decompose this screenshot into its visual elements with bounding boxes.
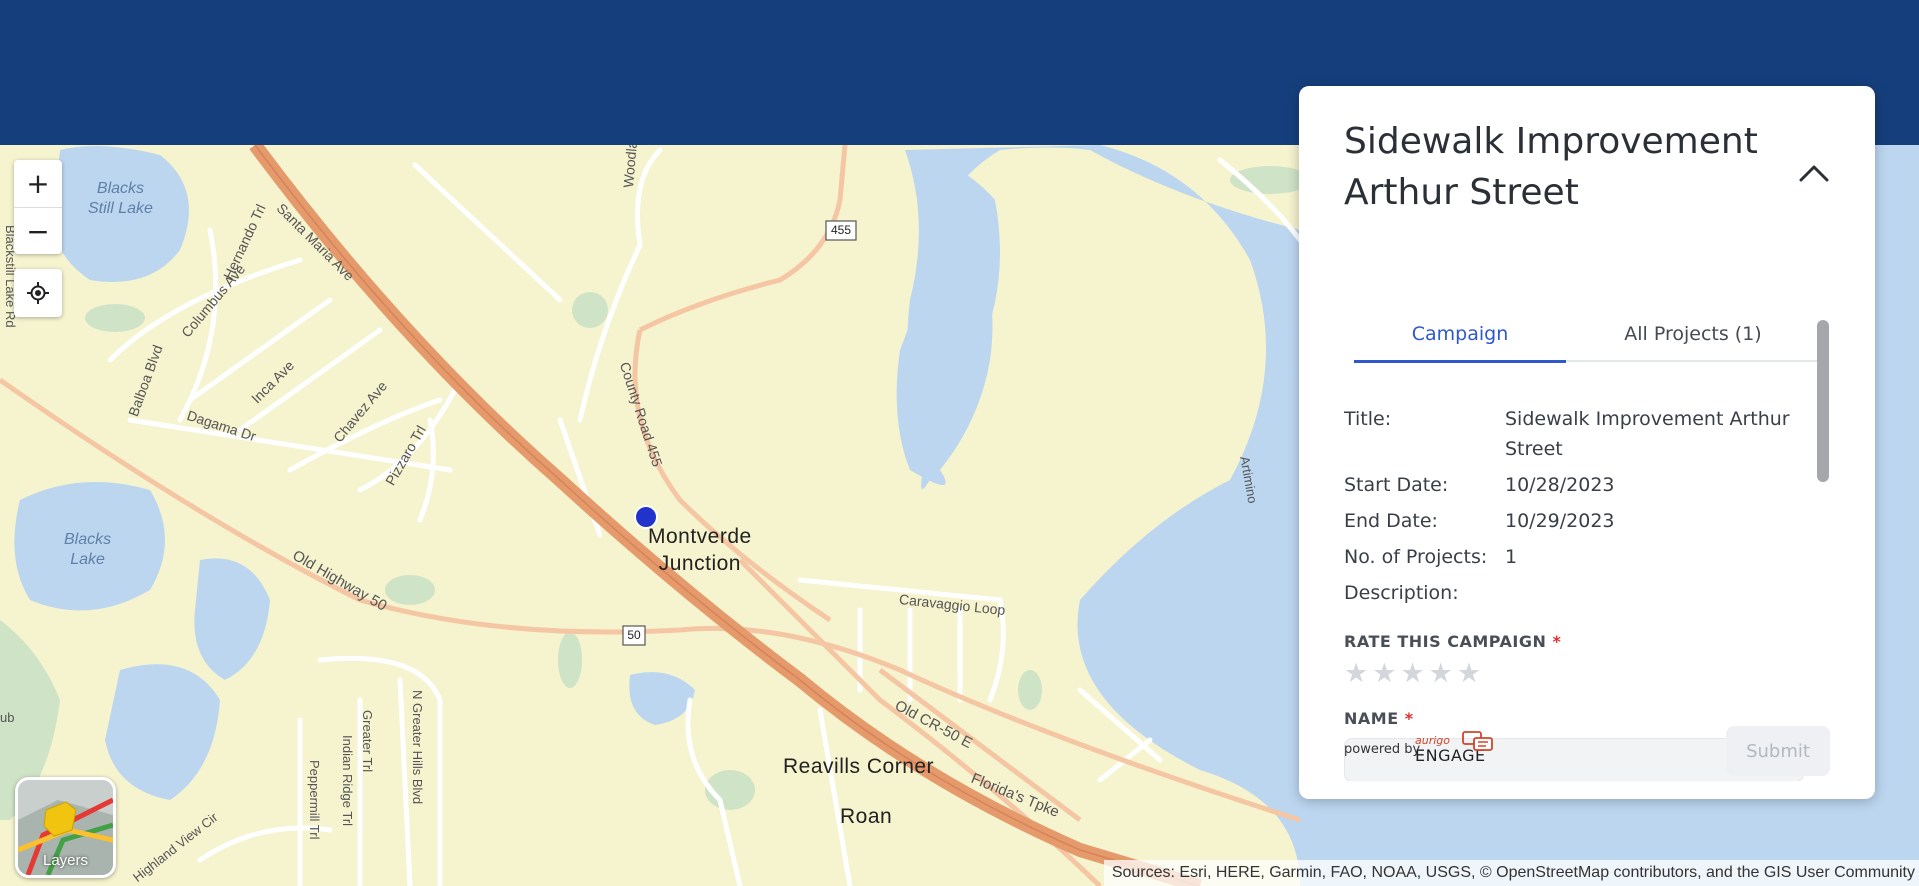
panel-tabs: Campaign All Projects (1): [1354, 316, 1820, 363]
star-icon[interactable]: ★: [1429, 659, 1453, 689]
detail-value: 10/28/2023: [1505, 474, 1615, 496]
rate-campaign-label: RATE THIS CAMPAIGN *: [1344, 632, 1804, 651]
zoom-out-button[interactable]: −: [14, 207, 62, 255]
water-label-blacks-still-lake: Blacks Still Lake: [88, 180, 153, 217]
zoom-control: + −: [14, 160, 62, 254]
star-icon[interactable]: ★: [1457, 659, 1481, 689]
place-label-montverde-junction: Montverde Junction: [648, 525, 752, 575]
zoom-in-button[interactable]: +: [14, 160, 62, 207]
panel-scrollbar[interactable]: [1817, 320, 1829, 482]
collapse-button[interactable]: [1797, 156, 1831, 190]
chevron-up-icon: [1799, 165, 1829, 182]
shield-label-50: 50: [627, 628, 641, 642]
name-label-text: NAME: [1344, 709, 1399, 728]
powered-by-text: powered by: [1344, 742, 1421, 757]
detail-label: No. of Projects:: [1344, 546, 1488, 568]
detail-value: [1505, 578, 1804, 608]
detail-value: 10/29/2023: [1505, 510, 1615, 532]
water-label-blacks-lake: Blacks Lake: [64, 531, 112, 568]
campaign-panel: Sidewalk Improvement Arthur Street Campa…: [1299, 86, 1875, 799]
detail-row-start-date: Start Date: 10/28/2023: [1344, 470, 1804, 500]
star-rating: ★ ★ ★ ★ ★: [1344, 659, 1804, 689]
star-icon[interactable]: ★: [1344, 659, 1368, 689]
chat-bubbles-icon: [1462, 731, 1493, 751]
detail-label: End Date:: [1344, 510, 1438, 532]
detail-row-no-of-projects: No. of Projects: 1: [1344, 542, 1804, 572]
rate-campaign-text: RATE THIS CAMPAIGN: [1344, 632, 1547, 651]
tab-campaign[interactable]: Campaign: [1354, 316, 1566, 363]
submit-button[interactable]: Submit: [1726, 726, 1830, 776]
panel-title: Sidewalk Improvement Arthur Street: [1344, 121, 1758, 213]
detail-value: 1: [1505, 546, 1518, 568]
locate-button[interactable]: [14, 269, 62, 317]
detail-row-title: Title: Sidewalk Improvement Arthur Stree…: [1344, 404, 1804, 464]
star-icon[interactable]: ★: [1400, 659, 1424, 689]
tab-all-projects[interactable]: All Projects (1): [1566, 316, 1820, 360]
layers-label: Layers: [42, 852, 89, 869]
road-label-ub: ub: [0, 710, 15, 725]
road-label-n-greater-hills-blvd: N Greater Hills Blvd: [410, 690, 425, 805]
campaign-details-scroll[interactable]: Title: Sidewalk Improvement Arthur Stree…: [1344, 404, 1804, 781]
road-label-indian-ridge-trl: Indian Ridge Trl: [340, 735, 355, 827]
detail-value: Sidewalk Improvement Arthur Street: [1505, 408, 1790, 460]
detail-label: Title:: [1344, 408, 1392, 430]
road-label-greater-trl: Greater Trl: [360, 710, 375, 773]
required-mark: *: [1552, 632, 1562, 651]
detail-label: Description:: [1344, 582, 1459, 604]
crosshair-icon: [27, 282, 49, 304]
detail-row-description: Description:: [1344, 578, 1804, 608]
detail-row-end-date: End Date: 10/29/2023: [1344, 506, 1804, 536]
required-mark: *: [1404, 709, 1414, 728]
place-label-roan: Roan: [840, 805, 893, 828]
detail-label: Start Date:: [1344, 474, 1449, 496]
star-icon[interactable]: ★: [1372, 659, 1396, 689]
road-label-peppermill-trl: Peppermill Trl: [307, 760, 322, 840]
layers-button[interactable]: Layers: [15, 777, 116, 878]
map-attribution: Sources: Esri, HERE, Garmin, FAO, NOAA, …: [1103, 860, 1919, 886]
place-label-reavills-corner: Reavills Corner: [783, 755, 935, 778]
shield-label-455: 455: [830, 223, 852, 237]
